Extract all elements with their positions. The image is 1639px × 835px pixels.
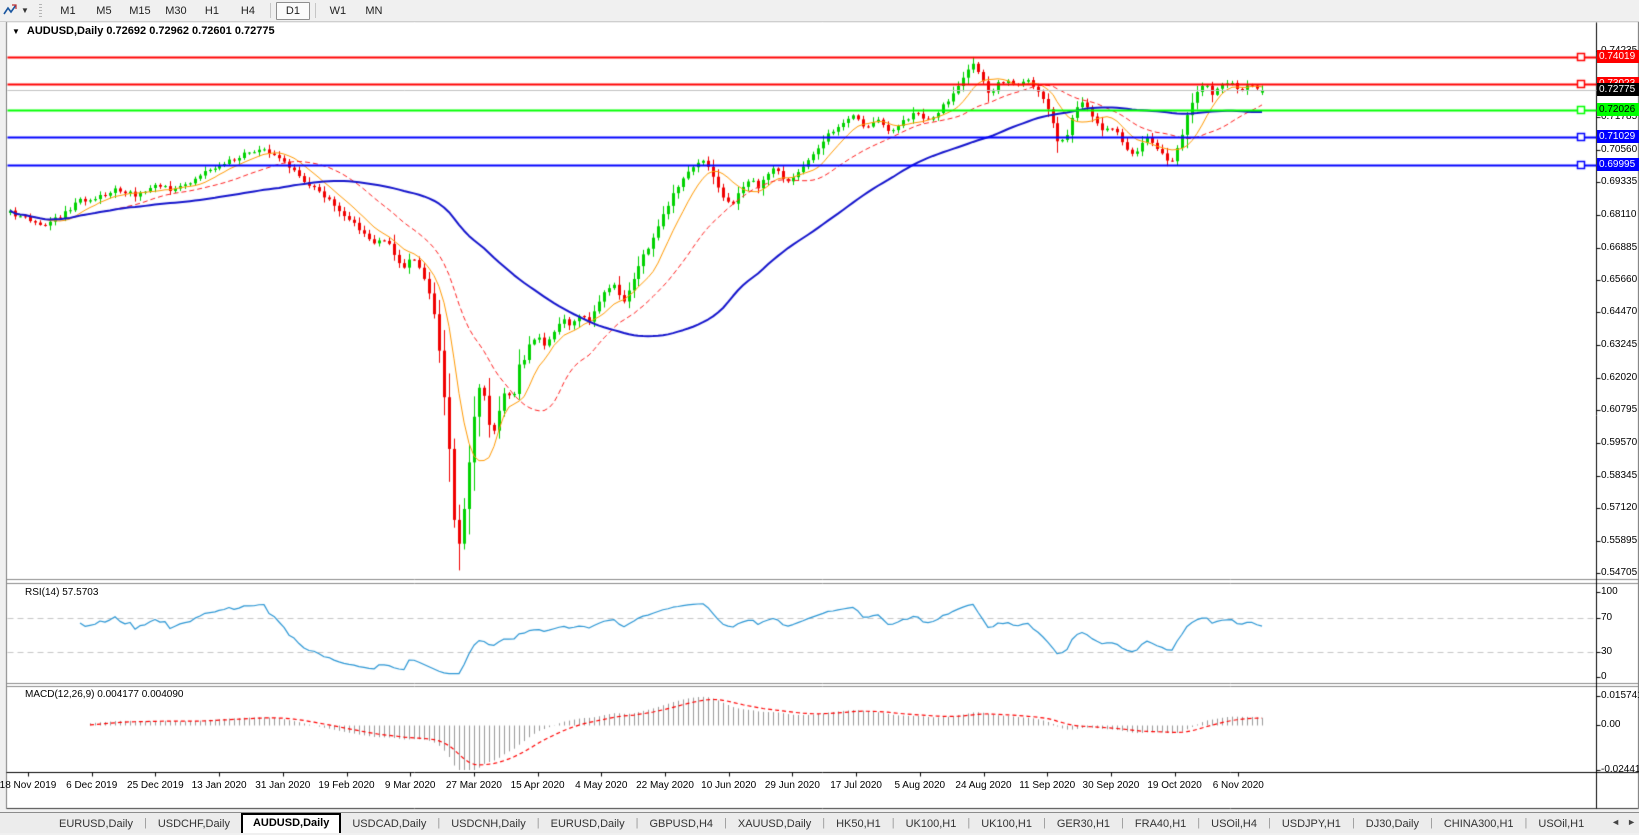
- timeframe-button-m5[interactable]: M5: [87, 2, 121, 20]
- tab-uk100-h1[interactable]: UK100,H1: [970, 815, 1043, 833]
- caret-down-icon[interactable]: ▼: [21, 6, 29, 15]
- time-axis[interactable]: [6, 773, 1596, 797]
- tab-usdcnh-daily[interactable]: USDCNH,Daily: [440, 815, 537, 833]
- timeframe-toolbar: ▼ M1M5M15M30H1H4 D1 W1MN: [0, 0, 1639, 22]
- mt4-window: ▼ M1M5M15M30H1H4 D1 W1MN ▼ AUDUSD,Daily 0.…: [0, 0, 1639, 835]
- tab-usoil-h4[interactable]: USOil,H4: [1200, 815, 1268, 833]
- tab-scroll-right-icon[interactable]: ►: [1627, 816, 1636, 828]
- chart-title-text: AUDUSD,Daily 0.72692 0.72962 0.72601 0.7…: [27, 25, 275, 37]
- zigzag-chart-icon: [3, 3, 18, 18]
- timeframe-button-m15[interactable]: M15: [123, 2, 157, 20]
- collapse-triangle-icon[interactable]: ▼: [12, 27, 20, 36]
- toolbar-separator: [315, 3, 316, 18]
- chart-tab-bar: EURUSD,Daily|USDCHF,DailyAUDUSD,DailyUSD…: [0, 812, 1639, 833]
- timeframe-button-h1[interactable]: H1: [195, 2, 229, 20]
- tab-usoil-h1[interactable]: USOil,H1: [1527, 815, 1595, 833]
- tab-usdjpy-h1[interactable]: USDJPY,H1: [1271, 815, 1352, 833]
- tab-scroll-left-icon[interactable]: ◄: [1611, 816, 1620, 828]
- tab-gbpusd-h4[interactable]: GBPUSD,H4: [638, 815, 724, 833]
- tab-usdchf-daily[interactable]: USDCHF,Daily: [147, 815, 241, 833]
- timeframe-button-m1[interactable]: M1: [51, 2, 85, 20]
- tab-uk100-h1[interactable]: UK100,H1: [895, 815, 968, 833]
- timeframe-button-d1[interactable]: D1: [276, 2, 310, 20]
- tab-usdcad-daily[interactable]: USDCAD,Daily: [341, 815, 437, 833]
- price-axis[interactable]: [1597, 21, 1639, 772]
- tab-fra40-h1[interactable]: FRA40,H1: [1124, 815, 1197, 833]
- tab-china300-h1[interactable]: CHINA300,H1: [1433, 815, 1525, 833]
- tab-scroll-arrows: ◄ ►: [1611, 816, 1636, 828]
- chart-canvas[interactable]: [0, 0, 1639, 835]
- chart-title: ▼ AUDUSD,Daily 0.72692 0.72962 0.72601 0…: [12, 25, 275, 37]
- timeframe-button-mn[interactable]: MN: [357, 2, 391, 20]
- toolbar-separator: [270, 3, 271, 18]
- tab-ger30-h1[interactable]: GER30,H1: [1046, 815, 1121, 833]
- timeframe-button-w1[interactable]: W1: [321, 2, 355, 20]
- tab-dj30-daily[interactable]: DJ30,Daily: [1355, 815, 1430, 833]
- timeframe-button-h4[interactable]: H4: [231, 2, 265, 20]
- toolbar-grip: [39, 4, 42, 18]
- tab-audusd-daily[interactable]: AUDUSD,Daily: [241, 813, 341, 833]
- tab-eurusd-daily[interactable]: EURUSD,Daily: [48, 815, 144, 833]
- tab-xauusd-daily[interactable]: XAUUSD,Daily: [727, 815, 822, 833]
- timeframe-button-m30[interactable]: M30: [159, 2, 193, 20]
- tab-hk50-h1[interactable]: HK50,H1: [825, 815, 892, 833]
- tab-eurusd-daily[interactable]: EURUSD,Daily: [540, 815, 636, 833]
- indicators-tool-icon[interactable]: ▼: [3, 3, 29, 18]
